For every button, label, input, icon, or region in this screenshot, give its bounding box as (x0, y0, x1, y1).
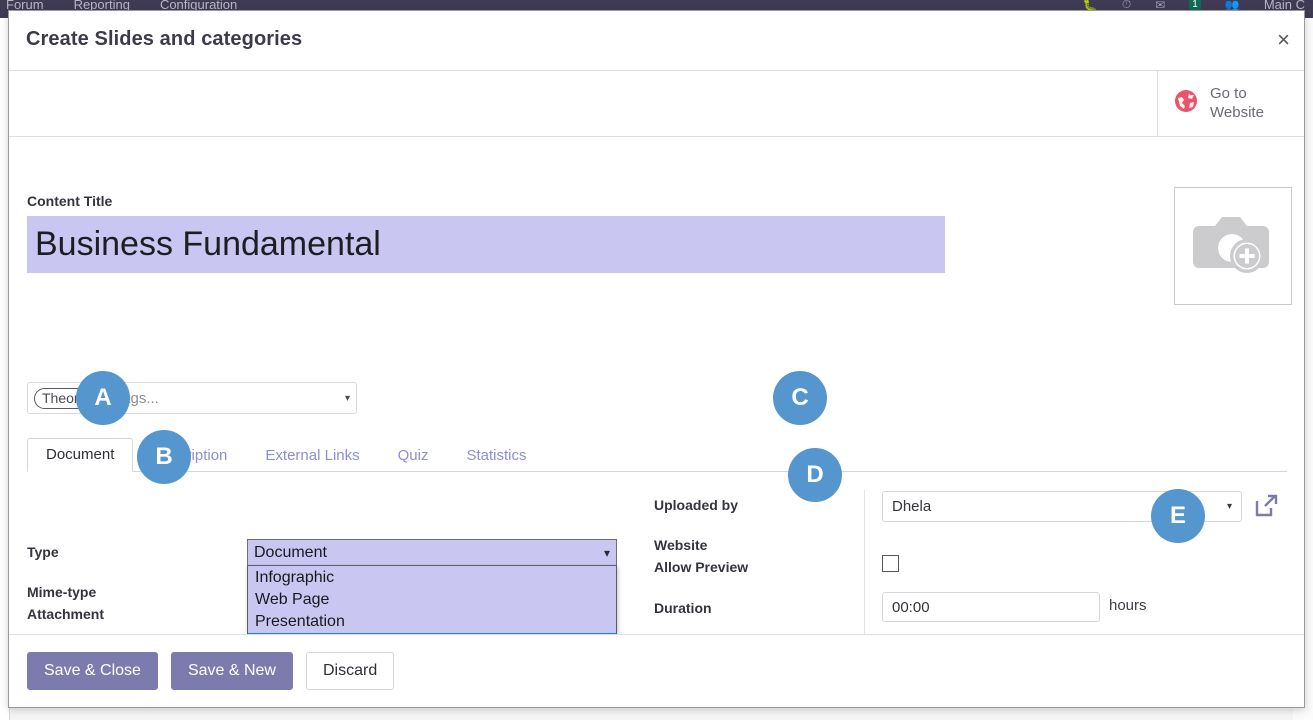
attachment-label: Attachment (27, 606, 105, 622)
close-icon[interactable]: × (1277, 29, 1290, 51)
tab-quiz[interactable]: Quiz (379, 439, 448, 472)
annotation-badge-c: C (773, 371, 827, 425)
type-label: Type (27, 544, 59, 560)
annotation-badge-b: B (137, 430, 191, 484)
go-to-website-line2: Website (1210, 103, 1264, 121)
type-option-presentation[interactable]: Presentation (248, 611, 616, 633)
type-select[interactable]: Document ▾ (247, 539, 617, 566)
go-to-website-button[interactable]: Go to Website (1157, 71, 1304, 136)
annotation-badge-e: E (1151, 489, 1205, 543)
message-count-badge: 1 (1189, 0, 1201, 10)
globe-icon (1173, 88, 1199, 119)
duration-label: Duration (654, 600, 712, 616)
allow-preview-checkbox[interactable] (882, 555, 899, 572)
chevron-down-icon[interactable]: ▾ (345, 393, 350, 404)
save-and-new-button[interactable]: Save & New (170, 652, 293, 690)
mime-type-label: Mime-type (27, 584, 97, 600)
column-divider (864, 490, 865, 634)
type-select-value: Document (254, 543, 327, 561)
discard-button[interactable]: Discard (305, 652, 395, 690)
tab-document[interactable]: Document (27, 438, 134, 472)
content-title-label: Content Title (27, 193, 113, 209)
add-image-placeholder[interactable] (1174, 187, 1292, 305)
modal-title: Create Slides and categories (26, 28, 303, 50)
modal-header: Create Slides and categories × (9, 11, 1304, 71)
content-title-block: Content Title (27, 193, 945, 273)
external-link-icon[interactable] (1254, 493, 1279, 523)
duration-unit-label: hours (1109, 597, 1147, 614)
chevron-down-icon: ▾ (603, 545, 610, 560)
uploaded-by-value: Dhela (892, 498, 932, 515)
content-title-input[interactable] (27, 216, 945, 273)
add-image-camera-icon (1191, 208, 1275, 285)
type-option-infographic[interactable]: Infographic (248, 567, 616, 589)
annotation-badge-a: A (76, 371, 130, 425)
tab-external-links[interactable]: External Links (246, 439, 378, 472)
tab-statistics[interactable]: Statistics (447, 439, 545, 472)
go-to-website-label: Go to Website (1210, 85, 1264, 123)
annotation-badge-d: D (788, 448, 842, 502)
allow-preview-label: Allow Preview (654, 559, 749, 575)
tab-bar: Document Description External Links Quiz… (27, 437, 1287, 472)
modal-sheet: Content Title Theory ✖ Tags... ▾ (9, 137, 1304, 634)
duration-input[interactable] (882, 592, 1100, 622)
type-option-web-page[interactable]: Web Page (248, 589, 616, 611)
modal-footer: Save & Close Save & New Discard (9, 634, 1304, 707)
form-area: Type Mime-type Attachment Document ▾ Inf… (9, 482, 1304, 634)
save-and-close-button[interactable]: Save & Close (27, 652, 158, 690)
uploaded-by-label: Uploaded by (654, 497, 739, 513)
modal-statusbar: Go to Website (9, 71, 1304, 137)
chevron-down-icon: ▾ (1226, 501, 1232, 512)
type-select-options[interactable]: Infographic Web Page Presentation Docume… (247, 565, 617, 634)
create-slides-modal: Create Slides and categories × Go to Web… (8, 10, 1305, 708)
website-label: Website (654, 537, 708, 553)
go-to-website-line1: Go to (1210, 84, 1247, 102)
